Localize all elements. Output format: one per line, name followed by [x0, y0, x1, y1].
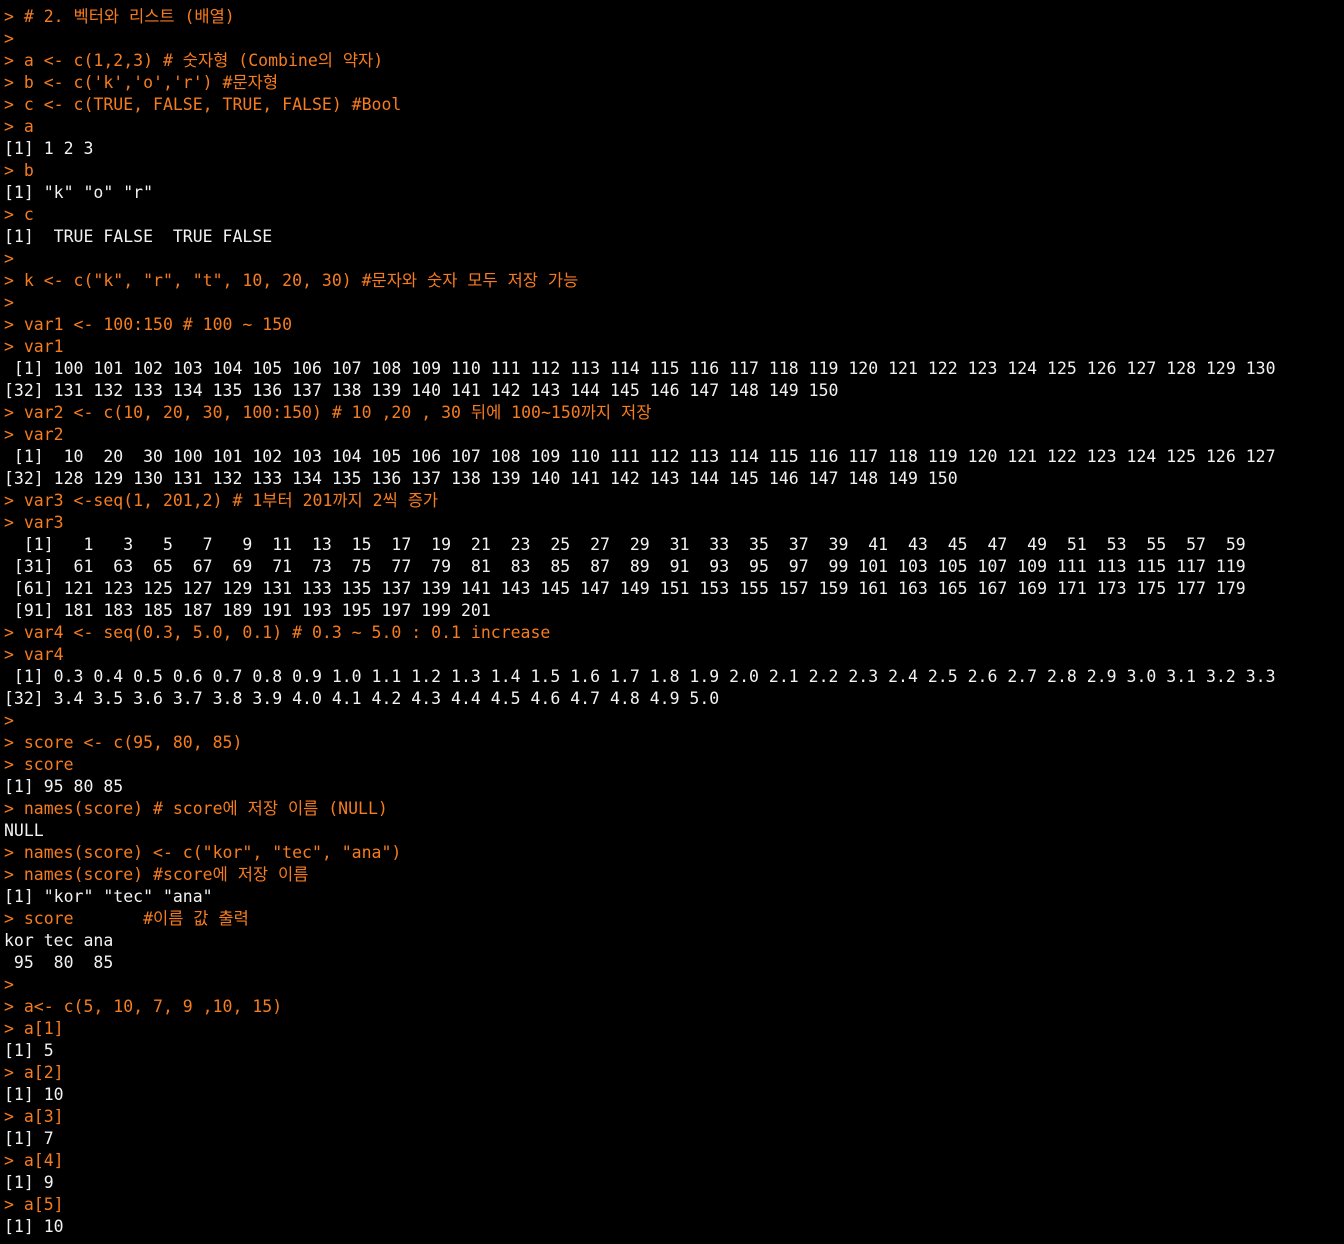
console-input-line: >	[4, 711, 14, 730]
console-input-line: >	[4, 975, 14, 994]
console-output-line: [91] 181 183 185 187 189 191 193 195 197…	[4, 601, 491, 620]
console-input-line: > a	[4, 117, 34, 136]
console-input-line: > var2	[4, 425, 64, 444]
console-input-line: > var4 <- seq(0.3, 5.0, 0.1) # 0.3 ~ 5.0…	[4, 623, 551, 642]
console-output-line: [1] TRUE FALSE TRUE FALSE	[4, 227, 273, 246]
console-output-line: [32] 3.4 3.5 3.6 3.7 3.8 3.9 4.0 4.1 4.2…	[4, 689, 720, 708]
console-output-line: [32] 128 129 130 131 132 133 134 135 136…	[4, 469, 958, 488]
console-input-line: >	[4, 249, 14, 268]
console-input-line: > score #이름 값 출력	[4, 909, 249, 928]
console-input-line: > c <- c(TRUE, FALSE, TRUE, FALSE) #Bool	[4, 95, 402, 114]
console-output-line: [1] 9	[4, 1173, 54, 1192]
console-output-line: [1] 100 101 102 103 104 105 106 107 108 …	[4, 359, 1276, 378]
console-input-line: >	[4, 293, 14, 312]
console-output-line: [32] 131 132 133 134 135 136 137 138 139…	[4, 381, 839, 400]
r-console-output[interactable]: > # 2. 벡터와 리스트 (배열) > > a <- c(1,2,3) # 숫자…	[4, 6, 1342, 1238]
console-input-line: > a <- c(1,2,3) # 숫자형 (Combine의 약자)	[4, 51, 384, 70]
console-input-line: > score <- c(95, 80, 85)	[4, 733, 243, 752]
console-input-line: > k <- c("k", "r", "t", 10, 20, 30) #문자와…	[4, 271, 579, 290]
console-input-line: > a[2]	[4, 1063, 64, 1082]
console-output-line: NULL	[4, 821, 44, 840]
console-output-line: [1] 7	[4, 1129, 54, 1148]
console-output-line: [1] 1 3 5 7 9 11 13 15 17 19 21 23 25 27…	[4, 535, 1246, 554]
console-input-line: > # 2. 벡터와 리스트 (배열)	[4, 7, 235, 26]
console-output-line: kor tec ana	[4, 931, 114, 950]
console-input-line: > var1	[4, 337, 64, 356]
console-input-line: > var2 <- c(10, 20, 30, 100:150) # 10 ,2…	[4, 403, 652, 422]
console-input-line: > var3	[4, 513, 64, 532]
console-output-line: [1] 95 80 85	[4, 777, 124, 796]
console-output-line: [1] 10	[4, 1217, 64, 1236]
console-input-line: > names(score) #score에 저장 이름	[4, 865, 309, 884]
console-input-line: >	[4, 29, 14, 48]
console-output-line: [1] 10	[4, 1085, 64, 1104]
console-output-line: [1] 1 2 3	[4, 139, 94, 158]
console-input-line: > a[4]	[4, 1151, 64, 1170]
console-output-line: [1] "kor" "tec" "ana"	[4, 887, 213, 906]
console-input-line: > a[1]	[4, 1019, 64, 1038]
console-input-line: > b <- c('k','o','r') #문자형	[4, 73, 279, 92]
console-input-line: > var4	[4, 645, 64, 664]
console-output-line: [1] 10 20 30 100 101 102 103 104 105 106…	[4, 447, 1276, 466]
console-input-line: > a[3]	[4, 1107, 64, 1126]
console-output-line: [1] 5	[4, 1041, 54, 1060]
console-input-line: > var1 <- 100:150 # 100 ~ 150	[4, 315, 293, 334]
console-input-line: > names(score) # score에 저장 이름 (NULL)	[4, 799, 388, 818]
console-output-line: [1] "k" "o" "r"	[4, 183, 154, 202]
console-output-line: [1] 0.3 0.4 0.5 0.6 0.7 0.8 0.9 1.0 1.1 …	[4, 667, 1276, 686]
console-input-line: > c	[4, 205, 34, 224]
console-input-line: > var3 <-seq(1, 201,2) # 1부터 201까지 2씩 증가	[4, 491, 439, 510]
console-output-line: [31] 61 63 65 67 69 71 73 75 77 79 81 83…	[4, 557, 1246, 576]
console-input-line: > a[5]	[4, 1195, 64, 1214]
console-input-line: > a<- c(5, 10, 7, 9 ,10, 15)	[4, 997, 283, 1016]
console-output-line: [61] 121 123 125 127 129 131 133 135 137…	[4, 579, 1246, 598]
console-input-line: > b	[4, 161, 34, 180]
console-input-line: > score	[4, 755, 74, 774]
console-input-line: > names(score) <- c("kor", "tec", "ana")	[4, 843, 402, 862]
console-output-line: 95 80 85	[4, 953, 114, 972]
